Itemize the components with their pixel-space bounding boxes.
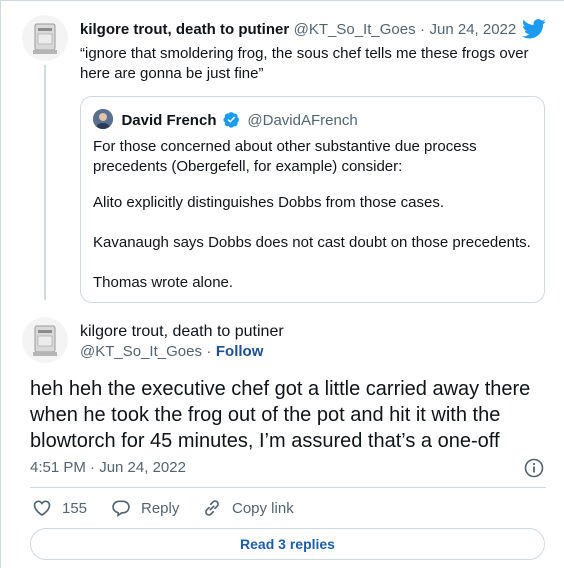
heart-icon: [33, 500, 51, 517]
avatar[interactable]: [22, 317, 68, 363]
info-icon[interactable]: [524, 458, 544, 483]
read-replies-button[interactable]: Read 3 replies: [30, 528, 545, 560]
quoted-tweet-text: For those concerned about other substant…: [93, 137, 477, 177]
quoted-tweet-header: David French @DavidAFrench: [93, 109, 358, 130]
quoted-tweet[interactable]: David French @DavidAFrench For those con…: [80, 96, 545, 303]
separator-dot: ·: [206, 343, 212, 360]
quoted-text-line: For those concerned about other substant…: [93, 138, 477, 155]
reply-label: Reply: [141, 499, 180, 517]
tweet-text-line: blowtorch for 45 minutes, I’m assured th…: [30, 430, 500, 452]
tweet-date[interactable]: Jun 24, 2022: [430, 21, 517, 38]
author-name: David French: [121, 112, 217, 129]
tweet-timestamp[interactable]: 4:51 PM · Jun 24, 2022: [30, 459, 186, 476]
twitter-bird-icon[interactable]: [522, 19, 546, 44]
quoted-text-line: Kavanaugh says Dobbs does not cast doubt…: [93, 234, 531, 251]
avatar: [93, 109, 113, 129]
author-name[interactable]: kilgore trout, death to putiner: [80, 21, 289, 38]
quoted-text-line: precedents (Obergefell, for example) con…: [93, 158, 403, 175]
author-name[interactable]: kilgore trout, death to putiner: [80, 323, 284, 341]
reply-icon: [112, 500, 130, 517]
tweet-text-line: here are gonna be just fine”: [80, 65, 264, 82]
avatar[interactable]: [22, 15, 68, 61]
follow-button[interactable]: Follow: [216, 343, 264, 360]
like-button[interactable]: 155: [32, 498, 87, 518]
author-handle: @DavidAFrench: [247, 112, 358, 129]
tweet-text: heh heh the executive chef got a little …: [30, 376, 550, 454]
copy-link-button[interactable]: Copy link: [202, 498, 294, 518]
like-count: 155: [62, 499, 88, 517]
tweet-text-line: “ignore that smoldering frog, the sous c…: [80, 45, 529, 62]
reply-button[interactable]: Reply: [111, 498, 179, 518]
tweet-text-line: when he took the frog out of the pot and…: [30, 404, 501, 426]
author-handle[interactable]: @KT_So_It_Goes: [80, 343, 202, 360]
thread-line: [44, 65, 46, 300]
tweet-text: “ignore that smoldering frog, the sous c…: [80, 44, 529, 84]
divider: [30, 487, 546, 488]
author-meta: @KT_So_It_Goes · Follow: [80, 343, 263, 361]
tweet-card: kilgore trout, death to putiner @KT_So_I…: [0, 0, 564, 568]
author-handle[interactable]: @KT_So_It_Goes: [294, 21, 416, 38]
quoted-text-line: Thomas wrote alone.: [93, 274, 234, 291]
separator-dot: ·: [420, 21, 426, 38]
copy-link-label: Copy link: [232, 499, 294, 517]
quoted-text-line: Alito explicitly distinguishes Dobbs fro…: [93, 194, 444, 211]
tweet-header: kilgore trout, death to putiner @KT_So_I…: [80, 21, 516, 39]
link-icon: [205, 500, 219, 516]
tweet-text-line: heh heh the executive chef got a little …: [30, 378, 531, 400]
verified-badge-icon: [223, 111, 240, 128]
